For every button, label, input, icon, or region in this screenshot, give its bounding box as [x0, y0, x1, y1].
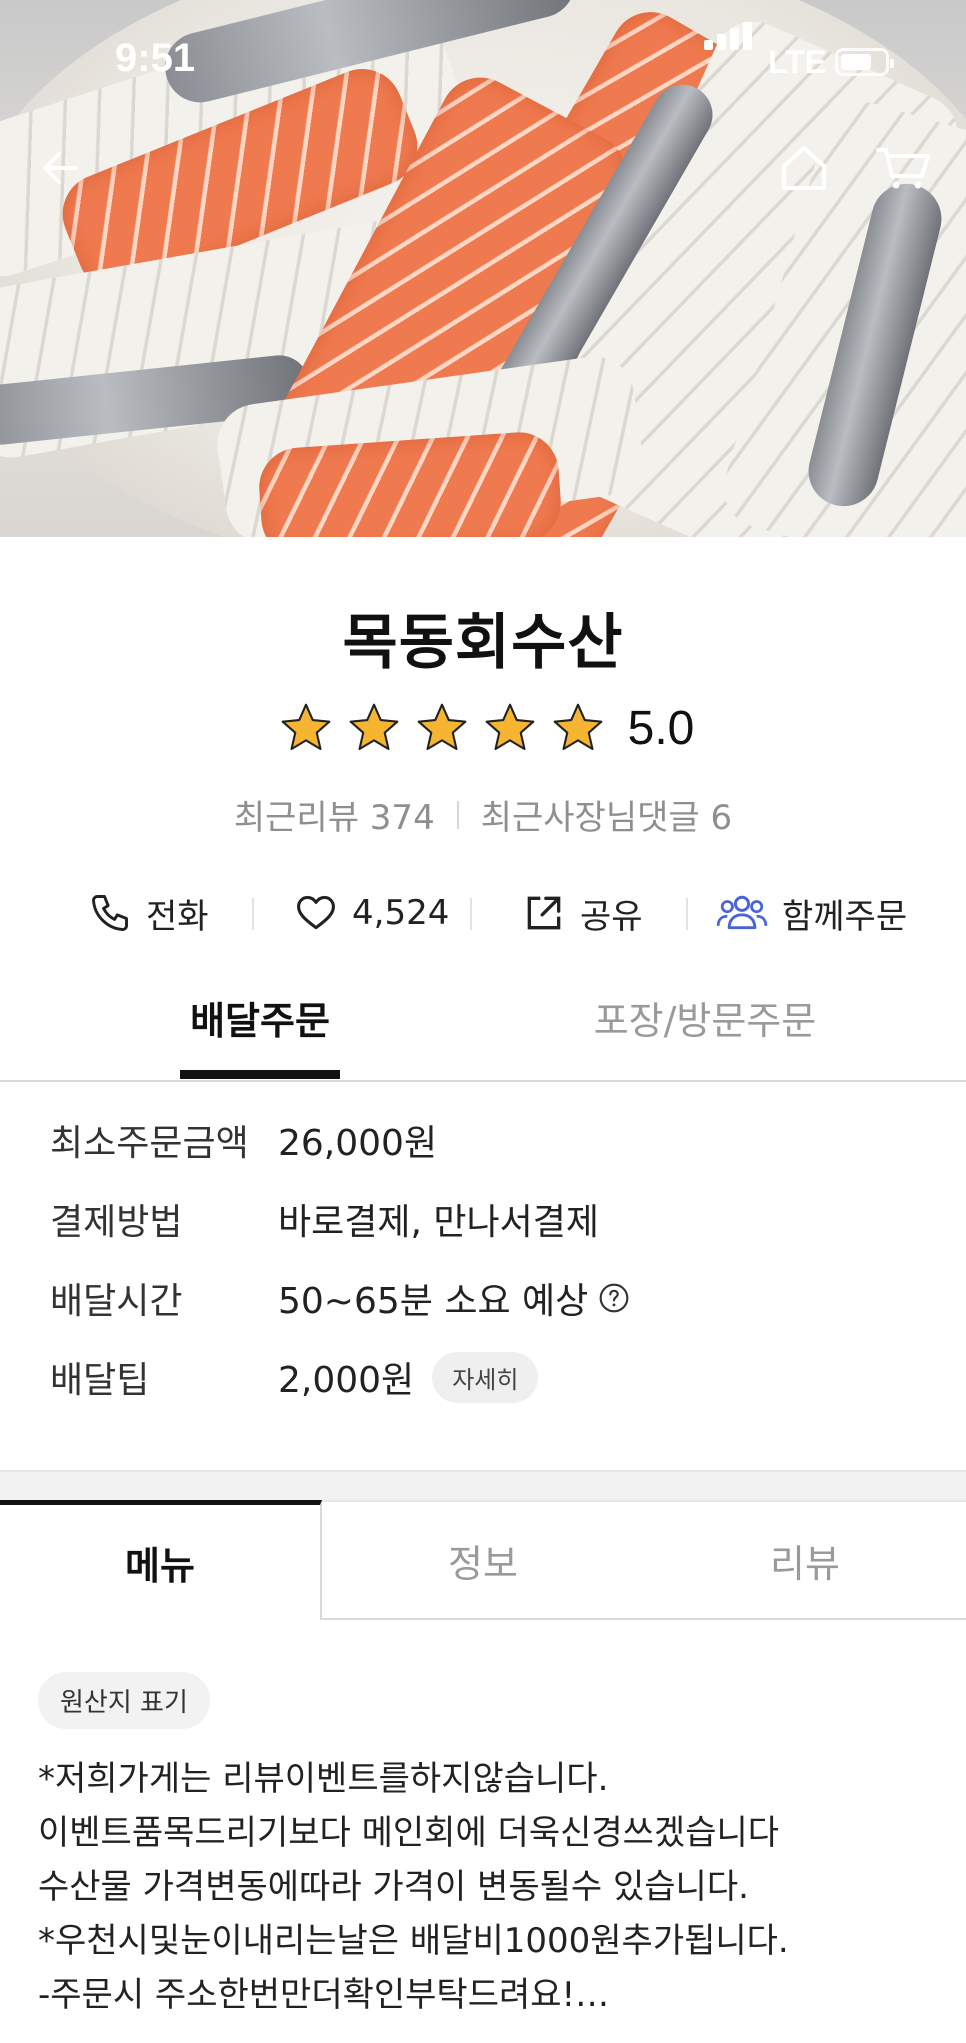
- info-row-delivery-time: 배달시간 50~65분 소요 예상: [0, 1268, 966, 1328]
- share-label: 공유: [580, 896, 643, 937]
- star-icon: [485, 703, 535, 751]
- info-value: 2,000원: [278, 1360, 415, 1401]
- star-icon: [553, 703, 603, 751]
- info-value-wrap: 2,000원 자세히: [278, 1351, 539, 1403]
- home-button[interactable]: [774, 138, 834, 198]
- tab-reviews[interactable]: 리뷰: [644, 1500, 966, 1620]
- group-order-label: 함께주문: [782, 896, 908, 937]
- share-button[interactable]: 공유: [522, 880, 643, 946]
- divider: [470, 898, 472, 930]
- group-order-button[interactable]: 함께주문: [716, 880, 907, 946]
- star-icon: [417, 703, 467, 751]
- info-label: 최소주문금액: [50, 1123, 249, 1164]
- call-label: 전화: [146, 896, 209, 937]
- cart-icon: [876, 148, 930, 189]
- rating-row: 5.0: [0, 700, 966, 756]
- store-notice[interactable]: *저희가게는 리뷰이벤트를하지않습니다. 이벤트품목드리기보다 메인회에 더욱신…: [38, 1752, 938, 2022]
- notice-line: 이벤트품목드리기보다 메인회에 더욱신경쓰겠습니다: [38, 1813, 780, 1853]
- battery-icon: [835, 48, 894, 76]
- info-value: 50~65분 소요 예상: [278, 1281, 589, 1322]
- star-icon: [349, 703, 399, 751]
- origin-label-button[interactable]: 원산지 표기: [38, 1672, 210, 1729]
- info-row-payment: 결제방법 바로결제, 만나서결제: [0, 1189, 966, 1249]
- back-button[interactable]: [32, 138, 92, 198]
- tab-menu[interactable]: 메뉴: [0, 1500, 322, 1620]
- info-label: 결제방법: [50, 1202, 183, 1243]
- order-type-tabs: 배달주문 포장/방문주문: [0, 990, 966, 1082]
- divider: [252, 898, 254, 930]
- favorite-count: 4,524: [352, 893, 450, 933]
- tab-info[interactable]: 정보: [322, 1500, 644, 1620]
- store-action-bar: 전화 4,524 공유 함께주문: [0, 880, 966, 946]
- help-icon[interactable]: [598, 1282, 630, 1314]
- tab-pickup-order[interactable]: 포장/방문주문: [560, 990, 850, 1080]
- review-summary: 최근리뷰 374 최근사장님댓글 6: [0, 790, 966, 839]
- notice-line: *저희가게는 리뷰이벤트를하지않습니다.: [38, 1759, 609, 1799]
- status-bar: 9:51 LTE: [0, 0, 966, 120]
- cart-button[interactable]: [874, 138, 934, 198]
- notice-line: *우천시및눈이내리는날은 배달비1000원추가됩니다.: [38, 1921, 789, 1961]
- info-label: 배달시간: [50, 1281, 183, 1322]
- home-icon: [782, 146, 826, 190]
- divider: [686, 898, 688, 930]
- phone-icon: [92, 895, 128, 931]
- info-value: 바로결제, 만나서결제: [278, 1202, 599, 1243]
- group-users-icon: [716, 895, 768, 930]
- share-icon: [527, 896, 561, 930]
- tip-detail-button[interactable]: 자세히: [432, 1351, 539, 1403]
- info-value-wrap: 50~65분 소요 예상: [278, 1272, 630, 1324]
- arrow-left-icon: [43, 152, 78, 184]
- network-type: LTE: [768, 44, 827, 80]
- call-button[interactable]: 전화: [88, 880, 209, 946]
- divider: [456, 800, 459, 829]
- notice-line: -주문시 주소한번만더확인부탁드려요!…: [38, 1975, 610, 2015]
- info-row-min-order: 최소주문금액 26,000원: [0, 1110, 966, 1170]
- notice-line: 수산물 가격변동에따라 가격이 변동될수 있습니다.: [38, 1867, 749, 1907]
- rating-value: 5.0: [627, 701, 695, 755]
- status-time: 9:51: [115, 36, 196, 80]
- store-content-tabs: 메뉴 정보 리뷰: [0, 1500, 966, 1620]
- favorite-button[interactable]: 4,524: [294, 880, 449, 946]
- star-icon: [281, 703, 331, 751]
- recent-reviews-link[interactable]: 최근리뷰 374: [234, 790, 435, 839]
- tab-delivery-order[interactable]: 배달주문: [130, 990, 390, 1080]
- info-value: 26,000원: [278, 1123, 438, 1164]
- recent-owner-replies-link[interactable]: 최근사장님댓글 6: [481, 790, 732, 839]
- store-name: 목동회수산: [342, 608, 624, 678]
- heart-icon: [297, 895, 335, 930]
- info-label: 배달팁: [50, 1360, 150, 1401]
- active-tab-indicator: [180, 1070, 340, 1079]
- info-row-delivery-tip: 배달팁 2,000원 자세히: [0, 1347, 966, 1407]
- section-divider: [0, 1470, 966, 1504]
